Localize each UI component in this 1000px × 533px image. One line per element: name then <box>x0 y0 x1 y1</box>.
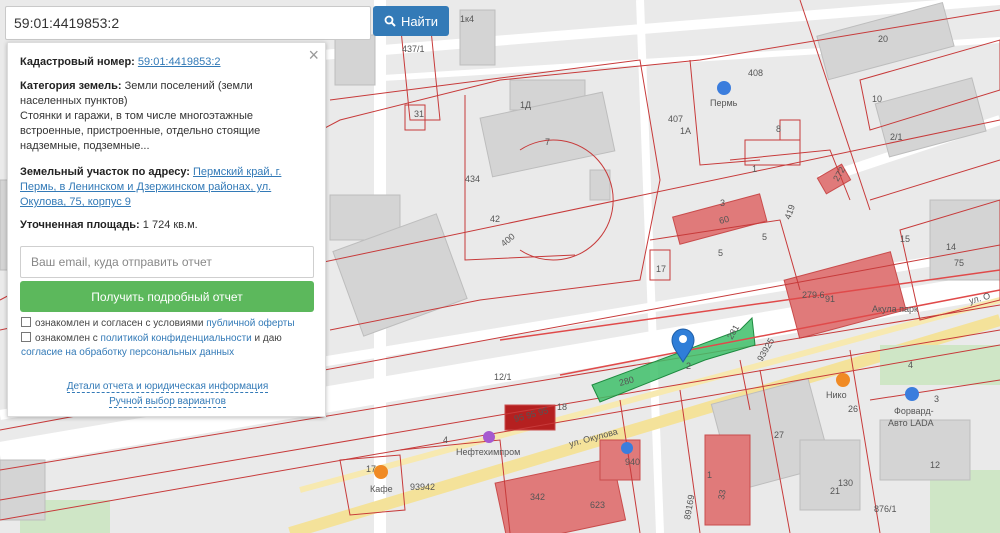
map-label-l-kafe: Кафе <box>370 484 393 494</box>
category-label: Категория земель: <box>20 80 122 92</box>
map-label-l-33: 33 <box>716 489 728 501</box>
personal-data-link[interactable]: согласие на обработку персональных данны… <box>21 347 234 358</box>
area-value: 1 724 кв.м. <box>142 219 198 231</box>
poi-icon-forvard <box>905 387 919 401</box>
map-label-l-4371: 437/1 <box>402 44 425 54</box>
get-report-button[interactable]: Получить подробный отчет <box>20 281 314 312</box>
close-icon[interactable]: × <box>308 45 319 66</box>
map-label-l-434: 434 <box>465 174 480 184</box>
map-label-l-7: 7 <box>545 137 550 147</box>
area-row: Уточненная площадь: 1 724 кв.м. <box>20 218 306 233</box>
map-label-l-1a: 1А <box>680 126 691 136</box>
map-label-l-121: 12/1 <box>494 372 512 382</box>
map-label-l-342: 342 <box>530 492 545 502</box>
usage-value: Стоянки и гаражи, в том числе многоэтажн… <box>20 110 261 152</box>
map-label-l-neft: Нефтехимпром <box>456 447 520 457</box>
map-label-l-31: 31 <box>414 109 424 119</box>
map-label-l-5: 5 <box>718 248 723 258</box>
map-label-l-26: 26 <box>848 404 858 414</box>
map-label-l-91: 91 <box>825 294 835 304</box>
poi-icon-niko <box>836 373 850 387</box>
poi-icon-perm <box>717 81 731 95</box>
map-label-l-10: 10 <box>872 94 882 104</box>
privacy-consent-row: ознакомлен с политикой конфиденциальност… <box>21 332 313 360</box>
map-label-l-4b: 4 <box>908 360 913 370</box>
map-label-l-4: 4 <box>443 435 448 445</box>
map-label-l-12: 12 <box>930 460 940 470</box>
map-label-l-1: 1 <box>752 164 757 174</box>
poi-icon-neft <box>483 431 495 443</box>
search-button[interactable]: Найти <box>373 6 449 36</box>
map-label-l-93942: 93942 <box>410 482 435 492</box>
search-icon <box>384 15 396 27</box>
privacy-policy-link[interactable]: политикой конфиденциальности <box>101 333 252 344</box>
map-label-l-8: 8 <box>776 124 781 134</box>
map-label-l-forvard: Форвард- <box>894 406 934 416</box>
map-label-l-42: 42 <box>490 214 500 224</box>
map-label-l-15: 15 <box>900 234 910 244</box>
offer-consent-row: ознакомлен и согласен с условиями публич… <box>21 317 313 331</box>
address-label: Земельный участок по адресу: <box>20 166 190 178</box>
map-label-l-21: 2/1 <box>890 132 903 142</box>
cadastral-label: Кадастровый номер: <box>20 56 135 68</box>
map-label-l-2796: 279.6 <box>802 290 825 300</box>
map-label-l-14: 14 <box>946 242 956 252</box>
details-link-row: Детали отчета и юридическая информация <box>8 381 327 393</box>
manual-select-link[interactable]: Ручной выбор вариантов <box>109 396 226 408</box>
cadastral-link[interactable]: 59:01:4419853:2 <box>138 56 221 68</box>
privacy-consent-mid: и даю <box>254 333 282 344</box>
email-input[interactable] <box>20 246 314 278</box>
map-label-l-408: 408 <box>748 68 763 78</box>
search-input[interactable] <box>5 6 371 40</box>
offer-checkbox[interactable] <box>21 317 31 328</box>
map-label-l-75: 75 <box>954 258 964 268</box>
details-link[interactable]: Детали отчета и юридическая информация <box>66 381 269 393</box>
parcel-info-panel: × Кадастровый номер: 59:01:4419853:2 Кат… <box>7 42 326 417</box>
map-label-l-1b: 1 <box>707 470 712 480</box>
address-row: Земельный участок по адресу: Пермский кр… <box>20 165 306 210</box>
offer-link[interactable]: публичной оферты <box>206 318 294 329</box>
map-label-l-perm: Пермь <box>710 98 738 108</box>
poi-icon-kafe <box>374 465 388 479</box>
privacy-checkbox[interactable] <box>21 332 31 343</box>
map-label-l-18: 18 <box>557 402 567 412</box>
map-label-l-8761: 876/1 <box>874 504 897 514</box>
land-category-row: Категория земель: Земли поселений (земли… <box>20 79 306 154</box>
map-label-l-407: 407 <box>668 114 683 124</box>
map-label-l-niko: Нико <box>826 390 847 400</box>
map-label-l-940: 940 <box>625 457 640 467</box>
area-label: Уточненная площадь: <box>20 219 140 231</box>
privacy-consent-text: ознакомлен с <box>35 333 98 344</box>
search-button-label: Найти <box>400 13 439 29</box>
map-label-l-1x4: 1к4 <box>460 14 474 24</box>
map-label-l-17: 17 <box>656 264 666 274</box>
offer-consent-text: ознакомлен и согласен с условиями <box>35 318 204 329</box>
map-label-l-1d: 1Д <box>520 100 531 110</box>
map-label-l-5b: 5 <box>762 232 767 242</box>
map-label-l-130: 130 <box>838 478 853 488</box>
map-label-l-3b: 3 <box>934 394 939 404</box>
map-label-l-avto: Авто LADA <box>888 418 934 428</box>
map-label-l-20: 20 <box>878 34 888 44</box>
map-label-l-2b: 2 <box>686 361 691 371</box>
cadastral-number-row: Кадастровый номер: 59:01:4419853:2 <box>20 55 306 70</box>
map-label-l-27: 27 <box>774 430 784 440</box>
map-label-l-akula: Акула парк <box>872 304 918 314</box>
poi-icon-940 <box>621 442 633 454</box>
map-label-l-3: 3 <box>720 198 725 208</box>
map-label-l-623: 623 <box>590 500 605 510</box>
manual-select-link-row: Ручной выбор вариантов <box>8 396 327 408</box>
